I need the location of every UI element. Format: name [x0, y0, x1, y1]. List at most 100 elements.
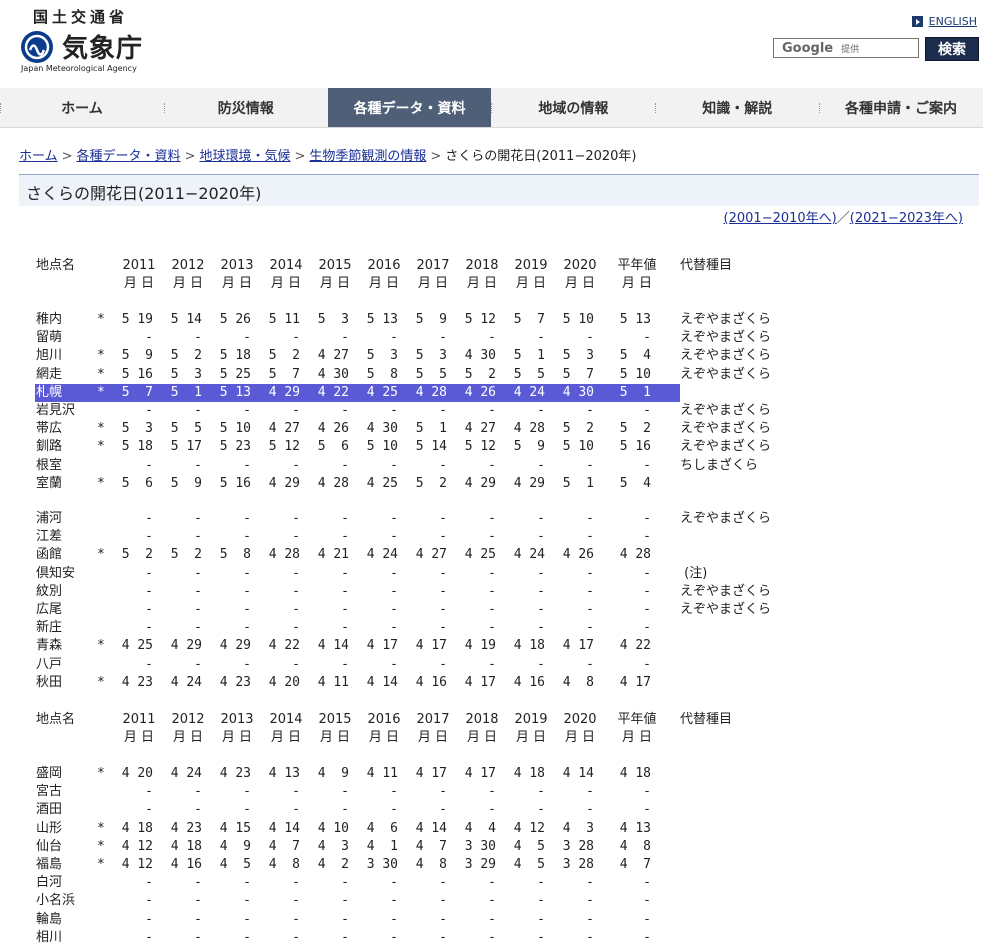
bloom-date: -: [243, 912, 251, 927]
bloom-date: 4 1: [366, 839, 398, 854]
bloom-date: -: [643, 657, 651, 672]
bloom-date: 4 14: [415, 821, 447, 836]
bloom-date: -: [586, 893, 594, 908]
bloom-date: -: [145, 511, 153, 526]
bloom-date: 4 23: [170, 821, 202, 836]
bloom-date: -: [390, 912, 398, 927]
bloom-date: -: [292, 930, 300, 945]
alt-species: ちしまざくら: [680, 458, 759, 473]
header-month-day: 月 日: [270, 276, 302, 291]
nav-item[interactable]: ホーム: [0, 88, 164, 127]
english-link[interactable]: ENGLISH: [911, 15, 977, 28]
bloom-date: 4 29: [170, 638, 202, 653]
header-month-day: 月 日: [515, 276, 547, 291]
bloom-date: 4 26: [464, 385, 496, 400]
bloom-date: 4 9: [219, 839, 251, 854]
bloom-date: -: [194, 620, 202, 635]
bloom-date: -: [341, 403, 349, 418]
breadcrumb-home[interactable]: ホーム: [19, 149, 58, 164]
bloom-date: 4 4: [464, 821, 496, 836]
bloom-date: 4 16: [415, 675, 447, 690]
bloom-date: -: [292, 566, 300, 581]
station-name: 函館: [36, 547, 63, 562]
bloom-date: 4 8: [562, 675, 594, 690]
bloom-date: 5 7: [268, 367, 300, 382]
bloom-date: -: [194, 566, 202, 581]
bloom-date: 4 22: [268, 638, 300, 653]
bloom-date: -: [439, 657, 447, 672]
bloom-date: 5 2: [121, 547, 153, 562]
nav-item[interactable]: 各種データ・資料: [327, 88, 492, 127]
bloom-date: -: [488, 912, 496, 927]
bloom-date: -: [586, 602, 594, 617]
bloom-date: -: [243, 584, 251, 599]
bloom-date: -: [439, 330, 447, 345]
header-station: 地点名: [36, 258, 76, 273]
search-input[interactable]: Google 提供: [773, 38, 919, 58]
station-name: 稚内: [36, 312, 63, 327]
bloom-date: -: [145, 602, 153, 617]
nav-item[interactable]: 知識・解説: [655, 88, 819, 127]
agency-name-en: Japan Meteorological Agency: [21, 64, 137, 73]
bloom-date: -: [292, 529, 300, 544]
bloom-date: -: [194, 330, 202, 345]
header-year: 2016: [367, 258, 401, 273]
bloom-date: 4 14: [366, 675, 398, 690]
header-month-day: 月 日: [319, 276, 351, 291]
station-name: 山形: [36, 821, 63, 836]
bloom-date: 4 28: [619, 547, 651, 562]
bloom-date: 5 1: [170, 385, 202, 400]
bloom-date: -: [537, 875, 545, 890]
station-name: 倶知安: [36, 566, 76, 581]
bloom-date: -: [145, 529, 153, 544]
bloom-date: 5 2: [170, 547, 202, 562]
bloom-date: -: [341, 657, 349, 672]
bloom-date: 5 2: [464, 367, 496, 382]
next-period-link[interactable]: (2021−2023年へ): [850, 211, 963, 226]
alt-species: えぞやまざくら: [680, 312, 772, 327]
header-month-day: 月 日: [564, 730, 596, 745]
bloom-date: -: [390, 930, 398, 945]
bloom-date: 5 2: [268, 348, 300, 363]
bloom-date: 4 9: [317, 766, 349, 781]
bloom-date: 5 10: [562, 439, 594, 454]
prev-period-link[interactable]: (2001−2010年へ): [724, 211, 837, 226]
bloom-date: 5 12: [268, 439, 300, 454]
bloom-date: 5 1: [513, 348, 545, 363]
bloom-date: 5 7: [562, 367, 594, 382]
header-month-day: 月 日: [123, 276, 155, 291]
bloom-date: -: [292, 403, 300, 418]
bloom-date: -: [439, 511, 447, 526]
header-year: 2019: [514, 258, 548, 273]
bloom-date: -: [586, 930, 594, 945]
bloom-date: 4 30: [562, 385, 594, 400]
bloom-date: -: [537, 657, 545, 672]
bloom-date: -: [390, 403, 398, 418]
header-month-day: 月 日: [417, 276, 449, 291]
bloom-date: 4 3: [562, 821, 594, 836]
bloom-date: 4 16: [513, 675, 545, 690]
breadcrumb-data[interactable]: 各種データ・資料: [77, 149, 181, 164]
jma-logo-icon[interactable]: [20, 30, 54, 64]
bloom-date: -: [390, 875, 398, 890]
nav-item[interactable]: 地域の情報: [491, 88, 655, 127]
english-link-label[interactable]: ENGLISH: [929, 15, 977, 28]
bloom-date: -: [643, 784, 651, 799]
agency-name[interactable]: 気象庁: [62, 28, 143, 65]
nav-item[interactable]: 各種申請・ご案内: [819, 88, 983, 127]
nav-item[interactable]: 防災情報: [163, 88, 328, 127]
bloom-date: 3 30: [366, 857, 398, 872]
breadcrumb-climate[interactable]: 地球環境・気候: [199, 149, 290, 164]
bloom-date: 5 3: [317, 312, 349, 327]
bloom-date: 5 10: [562, 312, 594, 327]
header-station: 地点名: [36, 712, 76, 727]
search-button[interactable]: 検索: [925, 37, 979, 61]
bloom-date: 4 5: [219, 857, 251, 872]
breadcrumb-phenology[interactable]: 生物季節観測の情報: [309, 149, 426, 164]
bloom-date: 5 16: [219, 476, 251, 491]
header-year: 2013: [220, 712, 254, 727]
bloom-date: 4 17: [415, 766, 447, 781]
bloom-date: -: [292, 893, 300, 908]
bloom-date: 4 7: [268, 839, 300, 854]
bloom-date: -: [194, 529, 202, 544]
